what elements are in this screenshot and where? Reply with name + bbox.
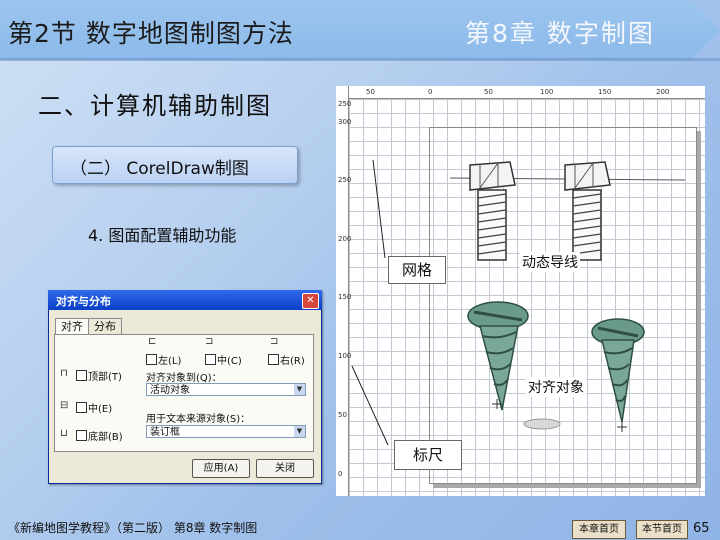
- ruler-tick: 100: [540, 88, 554, 96]
- align-left-icon: ⊏: [148, 336, 157, 347]
- guides-label: 动态导线: [520, 252, 580, 272]
- align-top-checkbox[interactable]: [76, 370, 87, 381]
- align-left-checkbox[interactable]: [146, 354, 157, 365]
- wood-screw-left: [467, 301, 529, 411]
- ruler-tick: 0: [338, 470, 343, 478]
- align-right-label: 右(R): [280, 356, 305, 367]
- close-button[interactable]: 关闭: [256, 459, 314, 478]
- ruler-tick: 200: [656, 88, 670, 96]
- dialog-title: 对齐与分布: [56, 295, 111, 308]
- align-middle-label: 中(E): [88, 404, 113, 415]
- align-center-h-label: 中(C): [217, 356, 242, 367]
- text-source-select[interactable]: 装订框: [146, 425, 306, 438]
- align-center-h-checkbox[interactable]: [205, 354, 216, 365]
- ruler-tick: 300: [338, 118, 352, 126]
- align-center-icon: ⊐: [205, 336, 214, 347]
- section-home-button[interactable]: 本节首页: [636, 520, 688, 539]
- align-right-checkbox[interactable]: [268, 354, 279, 365]
- ruler-tick: 250: [338, 100, 352, 108]
- align-middle-checkbox[interactable]: [76, 402, 87, 413]
- callout-pointers: [351, 159, 389, 446]
- wood-screw-right: [591, 318, 645, 432]
- align-bottom-label: 底部(B): [88, 432, 123, 443]
- hex-screw-left: [469, 161, 516, 261]
- ruler-tick: 150: [598, 88, 612, 96]
- chapter-home-button[interactable]: 本章首页: [572, 520, 626, 539]
- align-objects-label: 对齐对象: [526, 377, 586, 397]
- align-left-label: 左(L): [158, 356, 182, 367]
- align-middle-icon: ⊟: [60, 400, 69, 411]
- align-to-select[interactable]: 活动对象: [146, 383, 306, 396]
- ruler-tick: 50: [484, 88, 493, 96]
- tab-align[interactable]: 对齐: [55, 318, 89, 335]
- align-right-icon: ⊐: [270, 336, 279, 347]
- coreldraw-pill-label: （二） CorelDraw制图: [70, 159, 249, 179]
- chevron-down-icon[interactable]: ▼: [294, 384, 305, 395]
- header-shadow: [0, 58, 720, 61]
- screw-shadow: [523, 418, 561, 430]
- subheading: 4. 图面配置辅助功能: [88, 226, 237, 245]
- text-source-label: 用于文本来源对象(S)：: [146, 414, 251, 425]
- top-ruler[interactable]: [336, 86, 705, 99]
- align-bottom-icon: ⊔: [60, 428, 68, 439]
- align-bottom-checkbox[interactable]: [76, 430, 87, 441]
- close-icon[interactable]: ✕: [302, 293, 319, 309]
- hex-screw-right: [564, 161, 611, 261]
- grid-callout: 网格: [388, 256, 446, 284]
- section-title: 第2节 数字地图制图方法: [8, 19, 294, 48]
- ruler-tick: 50: [366, 88, 375, 96]
- chapter-title: 第8章 数字制图: [465, 19, 655, 48]
- align-top-label: 顶部(T): [88, 372, 122, 383]
- chevron-down-icon[interactable]: ▼: [294, 426, 305, 437]
- align-top-icon: ⊓: [60, 368, 68, 379]
- page-number: 65: [693, 521, 710, 536]
- page-heading: 二、计算机辅助制图: [38, 92, 272, 120]
- apply-button[interactable]: 应用(A): [192, 459, 250, 478]
- tab-distribute[interactable]: 分布: [88, 318, 122, 335]
- ruler-callout: 标尺: [394, 440, 462, 470]
- ruler-tick: 0: [428, 88, 433, 96]
- footer-book-title: 《新编地图学教程》（第二版） 第8章 数字制图: [8, 521, 258, 535]
- align-to-label: 对齐对象到(Q)：: [146, 373, 222, 384]
